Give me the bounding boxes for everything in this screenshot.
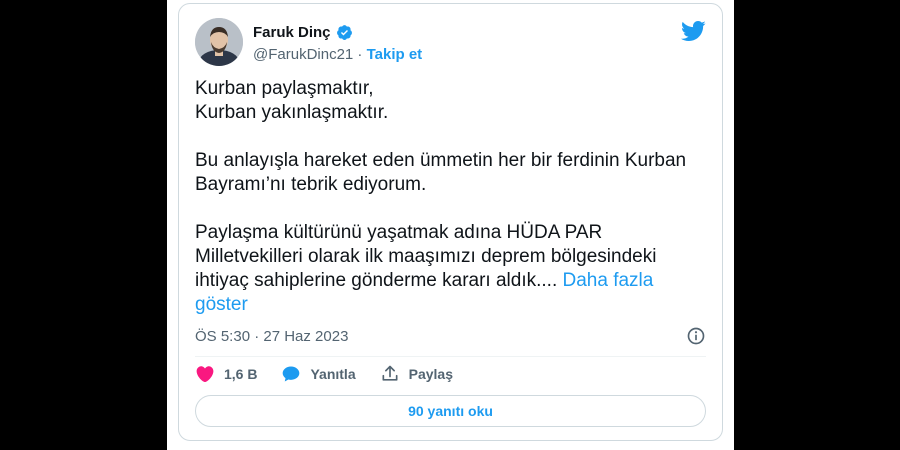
tweet-card: Faruk Dinç @FarukDinc21 · Takip et Kurba… [178,3,723,441]
read-replies-button[interactable]: 90 yanıtı oku [195,395,706,427]
tweet-line-1: Kurban paylaşmaktır, [195,78,374,99]
heart-icon [196,366,214,383]
read-replies-label: 90 yanıtı oku [408,403,493,419]
reply-button[interactable]: Yanıtla [281,364,356,384]
avatar[interactable] [195,18,243,66]
like-count: 1,6 B [224,366,258,382]
tweet-paragraph-3: Paylaşma kültürünü yaşatmak adına HÜDA P… [195,221,705,317]
page-frame: Faruk Dinç @FarukDinc21 · Takip et Kurba… [167,0,734,450]
tweet-text: Kurban paylaşmaktır, Kurban yakınlaşmakt… [195,77,705,317]
divider [195,356,706,357]
handle-row: @FarukDinc21 · Takip et [253,46,422,63]
tweet-paragraph-2: Bu anlayışla hareket eden ümmetin her bi… [195,150,687,195]
separator-dot: · [353,46,367,63]
timestamp[interactable]: ÖS 5:30 · 27 Haz 2023 [195,328,348,345]
avatar-image [195,18,243,66]
info-icon[interactable] [686,326,706,346]
user-handle[interactable]: @FarukDinc21 [253,46,353,63]
share-icon [382,365,398,381]
twitter-bird-icon[interactable] [680,20,706,42]
verified-badge-icon [336,25,352,40]
meta-row: ÖS 5:30 · 27 Haz 2023 [195,326,706,346]
action-bar: 1,6 B Yanıtla Paylaş [195,364,477,384]
display-name[interactable]: Faruk Dinç [253,24,331,41]
reply-label: Yanıtla [310,366,356,382]
share-label: Paylaş [408,366,453,382]
display-name-row: Faruk Dinç [253,24,353,41]
tweet-line-2: Kurban yakınlaşmaktır. [195,102,389,123]
tweet-paragraph-1: Kurban paylaşmaktır, Kurban yakınlaşmakt… [195,77,705,125]
reply-icon [283,366,300,382]
like-button[interactable]: 1,6 B [195,364,257,384]
follow-button[interactable]: Takip et [367,46,423,63]
share-button[interactable]: Paylaş [380,364,453,384]
